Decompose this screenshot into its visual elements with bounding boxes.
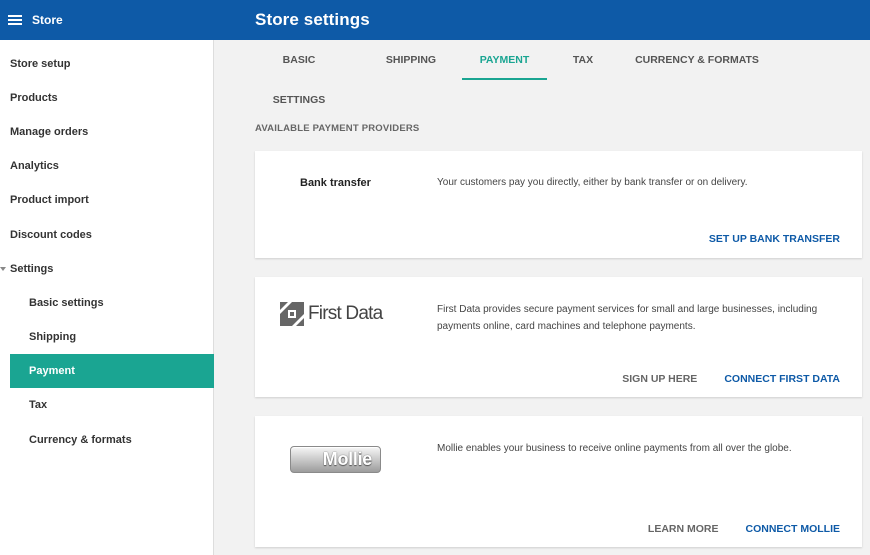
sidebar-item-label: Basic settings xyxy=(29,297,104,309)
provider-card-first-data: First Data First Data provides secure pa… xyxy=(255,277,862,397)
sign-up-here-link[interactable]: SIGN UP HERE xyxy=(622,373,697,385)
first-data-logo: First Data xyxy=(279,301,383,327)
sidebar-item-label: Settings xyxy=(10,263,54,275)
top-app-bar: Store Store settings xyxy=(0,0,870,40)
menu-icon[interactable] xyxy=(8,14,22,26)
provider-description-line: payments online, card machines and telep… xyxy=(437,321,696,332)
provider-description: First Data provides secure payment servi… xyxy=(437,301,842,335)
sidebar-item-manage-orders[interactable]: Manage orders xyxy=(0,115,214,149)
app-header: Store xyxy=(0,0,214,40)
sidebar-item-label: Products xyxy=(10,92,58,104)
provider-name: Bank transfer xyxy=(300,177,371,189)
tab-payment[interactable]: Payment xyxy=(462,40,547,80)
sidebar-item-currency-formats[interactable]: Currency & formats xyxy=(0,423,214,457)
sidebar-item-label: Product import xyxy=(10,194,89,206)
provider-description: Your customers pay you directly, either … xyxy=(437,177,748,188)
sidebar-item-payment[interactable]: Payment xyxy=(10,354,214,388)
sidebar-item-label: Payment xyxy=(29,365,75,377)
page-title: Store settings xyxy=(255,10,370,29)
sidebar-item-label: Manage orders xyxy=(10,126,89,138)
connect-first-data-button[interactable]: CONNECT FIRST DATA xyxy=(724,373,840,385)
tab-shipping[interactable]: Shipping xyxy=(384,40,438,80)
sidebar-item-product-import[interactable]: Product import xyxy=(0,183,214,217)
section-label: AVAILABLE PAYMENT PROVIDERS xyxy=(255,123,420,134)
learn-more-link[interactable]: LEARN MORE xyxy=(648,523,719,535)
settings-tabs: Basic settings Shipping Payment Tax Curr… xyxy=(214,40,870,106)
sidebar-item-label: Analytics xyxy=(10,160,59,172)
sidebar-item-discount-codes[interactable]: Discount codes xyxy=(0,218,214,252)
caret-down-icon xyxy=(0,267,6,271)
tab-basic-settings[interactable]: Basic settings xyxy=(255,40,343,106)
sidebar-item-basic-settings[interactable]: Basic settings xyxy=(0,286,214,320)
provider-description: Mollie enables your business to receive … xyxy=(437,443,792,454)
sidebar-item-analytics[interactable]: Analytics xyxy=(0,149,214,183)
set-up-bank-transfer-button[interactable]: SET UP BANK TRANSFER xyxy=(709,233,840,245)
active-tab-indicator xyxy=(462,78,547,80)
sidebar-item-label: Shipping xyxy=(29,331,77,343)
sidebar: Store setup Products Manage orders Analy… xyxy=(0,40,214,555)
sidebar-item-label: Currency & formats xyxy=(29,434,132,446)
sidebar-item-tax[interactable]: Tax xyxy=(0,388,214,422)
mollie-logo: Mollie xyxy=(290,446,381,473)
provider-actions: SET UP BANK TRANSFER xyxy=(709,233,840,245)
sidebar-item-settings[interactable]: Settings xyxy=(0,252,214,286)
provider-card-bank-transfer: Bank transfer Your customers pay you dir… xyxy=(255,151,862,258)
app-title: Store xyxy=(32,13,63,27)
provider-description-line: First Data provides secure payment servi… xyxy=(437,304,818,315)
sidebar-item-label: Tax xyxy=(29,399,48,411)
first-data-logo-text: First Data xyxy=(308,303,383,324)
first-data-mark-icon xyxy=(280,302,304,326)
provider-card-mollie: Mollie Mollie enables your business to r… xyxy=(255,416,862,547)
tab-currency-formats[interactable]: Currency & formats xyxy=(635,40,759,80)
provider-actions: SIGN UP HERE CONNECT FIRST DATA xyxy=(622,373,840,385)
sidebar-item-shipping[interactable]: Shipping xyxy=(0,320,214,354)
sidebar-item-store-setup[interactable]: Store setup xyxy=(0,47,214,81)
sidebar-item-products[interactable]: Products xyxy=(0,81,214,115)
connect-mollie-button[interactable]: CONNECT MOLLIE xyxy=(746,523,841,535)
mollie-logo-text: Mollie xyxy=(322,449,373,469)
provider-actions: LEARN MORE CONNECT MOLLIE xyxy=(648,523,840,535)
sidebar-item-label: Store setup xyxy=(10,58,71,70)
tab-tax[interactable]: Tax xyxy=(571,40,595,80)
sidebar-item-label: Discount codes xyxy=(10,229,92,241)
